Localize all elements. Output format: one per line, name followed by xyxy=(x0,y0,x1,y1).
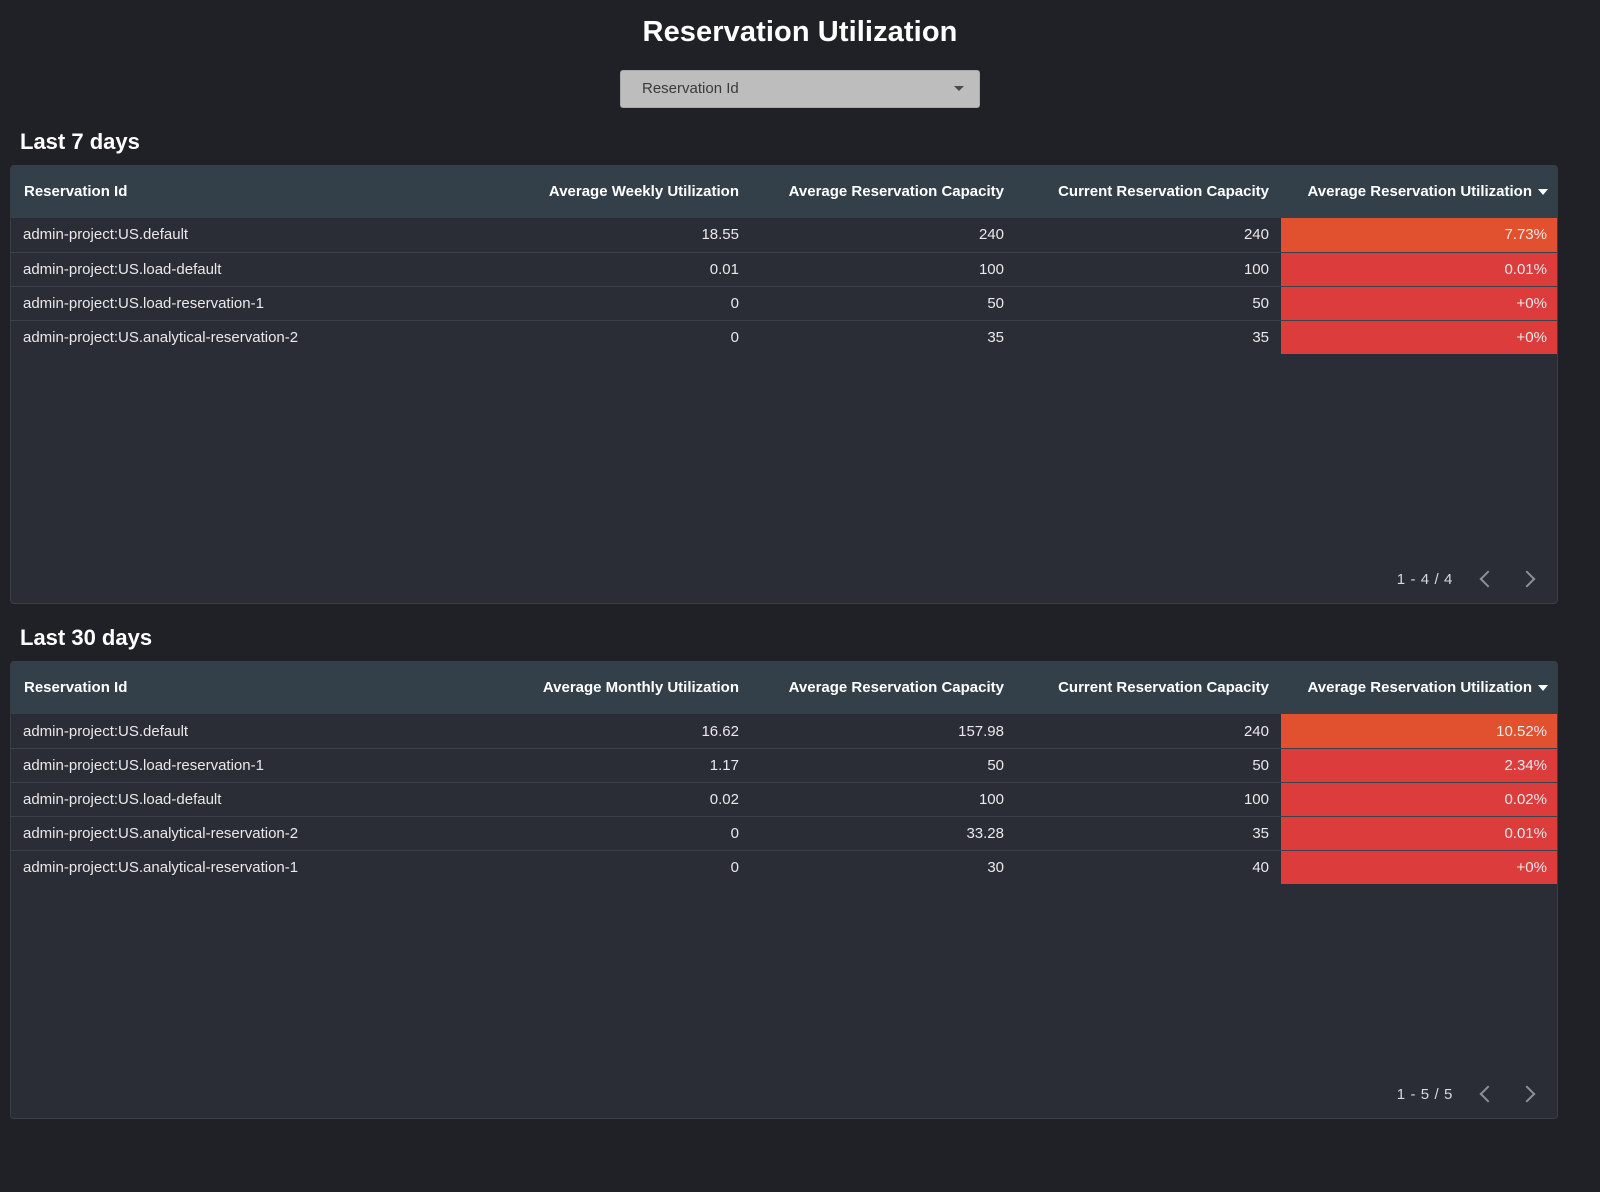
cell-reservation-utilization: 2.34% xyxy=(1281,747,1557,783)
table-row[interactable]: admin-project:US.analytical-reservation-… xyxy=(11,815,1557,851)
cell-reservation-id: admin-project:US.default xyxy=(23,226,189,244)
reservation-id-filter[interactable]: Reservation Id xyxy=(620,69,980,108)
cell-average-capacity: 100 xyxy=(751,781,1016,817)
section-title: Last 7 days xyxy=(20,128,140,154)
column-header-average-utilization[interactable]: Average Weekly Utilization xyxy=(316,166,751,219)
cell-reservation-utilization: 0.01% xyxy=(1281,251,1557,287)
cell-average-capacity: 157.98 xyxy=(958,722,1004,740)
table-body-last-30-days: admin-project:US.default 16.62 157.98 240 10… xyxy=(11,714,1557,885)
column-header-reservation-id[interactable]: Reservation Id xyxy=(11,166,316,219)
chevron-down-icon xyxy=(954,86,964,92)
cell-reservation-id: admin-project:US.load-default xyxy=(11,251,316,287)
cell-reservation-utilization: +0% xyxy=(1281,285,1557,321)
cell-reservation-utilization: 0.02% xyxy=(1281,781,1557,817)
chevron-left-icon[interactable] xyxy=(1475,568,1497,590)
table-row[interactable]: admin-project:US.load-reservation-1 0 50 50… xyxy=(11,285,1557,321)
column-header-current-capacity[interactable]: Current Reservation Capacity xyxy=(1016,662,1281,715)
cell-average-capacity: 100 xyxy=(751,251,1016,287)
cell-reservation-id: admin-project:US.analytical-reservation-… xyxy=(11,849,316,885)
cell-average-capacity: 50 xyxy=(751,285,1016,321)
table-row[interactable]: admin-project:US.load-default 0.02 100 100 0… xyxy=(11,781,1557,817)
cell-reservation-utilization: 10.52% xyxy=(1281,714,1557,749)
cell-average-capacity: 50 xyxy=(751,747,1016,783)
section-last-7-days: Last 7 days Reservation Id Average Weekl… xyxy=(0,128,1600,605)
reservation-id-filter-label: Reservation Id xyxy=(642,80,739,98)
cell-average-utilization: 0 xyxy=(316,285,751,321)
cell-reservation-id: admin-project:US.default xyxy=(23,722,189,740)
cell-current-capacity: 100 xyxy=(1016,251,1281,287)
chevron-right-icon[interactable] xyxy=(1519,568,1541,590)
table-row[interactable]: admin-project:US.load-reservation-1 1.17 5… xyxy=(11,747,1557,783)
cell-average-capacity: 35 xyxy=(751,319,1016,355)
cell-average-capacity: 30 xyxy=(751,849,1016,885)
column-header-average-utilization[interactable]: Average Monthly Utilization xyxy=(316,662,751,715)
cell-average-capacity: 33.28 xyxy=(751,815,1016,851)
filter-bar: Reservation Id xyxy=(0,69,1600,108)
cell-reservation-utilization: +0% xyxy=(1281,849,1557,885)
table-row[interactable]: admin-project:US.analytical-reservation-… xyxy=(11,849,1557,885)
table-row[interactable]: admin-project:US.analytical-reservation-… xyxy=(11,319,1557,355)
cell-reservation-utilization: 7.73% xyxy=(1281,218,1557,253)
cell-average-capacity: 240 xyxy=(978,226,1004,244)
pagination: 1 - 4 / 4 xyxy=(1397,568,1541,590)
cell-average-utilization: 0.02 xyxy=(316,781,751,817)
cell-current-capacity: 240 xyxy=(1243,722,1269,740)
cell-reservation-utilization: 0.01% xyxy=(1281,815,1557,851)
reservation-table-panel: Reservation Id Average Weekly Utilizatio… xyxy=(10,165,1558,605)
cell-reservation-id: admin-project:US.analytical-reservation-… xyxy=(11,815,316,851)
cell-average-utilization: 0 xyxy=(316,815,751,851)
cell-reservation-id: admin-project:US.load-reservation-1 xyxy=(11,747,316,783)
cell-reservation-id: admin-project:US.load-default xyxy=(11,781,316,817)
cell-average-utilization: 0 xyxy=(316,319,751,355)
cell-current-capacity: 50 xyxy=(1016,747,1281,783)
cell-current-capacity: 100 xyxy=(1016,781,1281,817)
table-header-row: Reservation Id Average Weekly Utilizatio… xyxy=(11,166,1557,219)
column-header-average-capacity[interactable]: Average Reservation Capacity xyxy=(751,166,1016,219)
cell-current-capacity: 35 xyxy=(1016,319,1281,355)
section-last-30-days: Last 30 days Reservation Id Average Mont… xyxy=(0,625,1600,1120)
cell-average-utilization: 0.01 xyxy=(316,251,751,287)
cell-current-capacity: 35 xyxy=(1016,815,1281,851)
column-header-label: Average Reservation Utilization xyxy=(1307,182,1532,200)
section-title: Last 30 days xyxy=(20,625,153,651)
pagination-range: 1 - 4 / 4 xyxy=(1396,570,1453,588)
chevron-left-icon[interactable] xyxy=(1475,1083,1497,1105)
table-row[interactable]: admin-project:US.default 18.55 240 240 7.73% xyxy=(11,218,1557,253)
column-header-reservation-utilization[interactable]: Average Reservation Utilization xyxy=(1281,166,1557,219)
column-header-average-capacity[interactable]: Average Reservation Capacity xyxy=(751,662,1016,715)
table-row[interactable]: admin-project:US.load-default 0.01 100 100 0… xyxy=(11,251,1557,287)
column-header-current-capacity[interactable]: Current Reservation Capacity xyxy=(1016,166,1281,219)
table-header-row: Reservation Id Average Monthly Utilizati… xyxy=(11,662,1557,715)
cell-current-capacity: 40 xyxy=(1016,849,1281,885)
table-row[interactable]: admin-project:US.default 16.62 157.98 240 10… xyxy=(11,714,1557,749)
cell-average-utilization: 18.55 xyxy=(701,226,739,244)
cell-current-capacity: 50 xyxy=(1016,285,1281,321)
pagination-range: 1 - 5 / 5 xyxy=(1396,1085,1453,1103)
cell-average-utilization: 1.17 xyxy=(316,747,751,783)
dashboard-page: Reservation Utilization Reservation Id L… xyxy=(0,0,1600,1192)
sort-descending-icon xyxy=(1538,188,1548,195)
cell-current-capacity: 240 xyxy=(1243,226,1269,244)
column-header-reservation-id[interactable]: Reservation Id xyxy=(11,662,316,715)
column-header-label: Average Reservation Utilization xyxy=(1307,678,1532,696)
pagination: 1 - 5 / 5 xyxy=(1397,1083,1541,1105)
cell-average-utilization: 0 xyxy=(316,849,751,885)
reservation-table: Reservation Id Average Monthly Utilizati… xyxy=(11,662,1557,885)
cell-average-utilization: 16.62 xyxy=(701,722,739,740)
page-title: Reservation Utilization xyxy=(642,16,958,48)
reservation-table: Reservation Id Average Weekly Utilizatio… xyxy=(11,166,1557,355)
column-header-reservation-utilization[interactable]: Average Reservation Utilization xyxy=(1281,662,1557,715)
sort-descending-icon xyxy=(1538,684,1548,691)
cell-reservation-utilization: +0% xyxy=(1281,319,1557,355)
cell-reservation-id: admin-project:US.analytical-reservation-… xyxy=(11,319,316,355)
chevron-right-icon[interactable] xyxy=(1519,1083,1541,1105)
table-body-last-7-days: admin-project:US.default 18.55 240 240 7.73%… xyxy=(11,218,1557,355)
cell-reservation-id: admin-project:US.load-reservation-1 xyxy=(11,285,316,321)
reservation-table-panel: Reservation Id Average Monthly Utilizati… xyxy=(10,661,1558,1120)
